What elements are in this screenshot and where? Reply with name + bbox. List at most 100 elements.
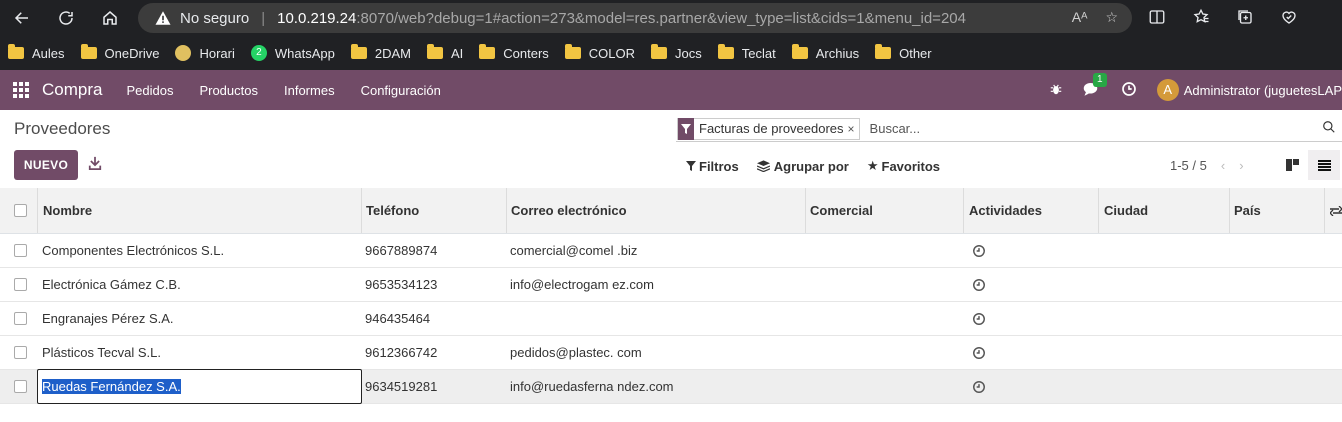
user-name: Administrator (juguetesLAP — [1183, 82, 1342, 98]
bookmark-aules[interactable]: Aules — [8, 44, 65, 61]
column-header-actividades[interactable]: Actividades — [969, 188, 1042, 233]
row-checkbox[interactable] — [14, 268, 27, 301]
partner-email[interactable]: info@ruedasferna ndez.com — [510, 370, 674, 403]
partner-phone[interactable]: 9653534123 — [365, 268, 437, 301]
reload-button[interactable] — [44, 0, 88, 36]
home-button[interactable] — [88, 0, 132, 36]
bookmarks-bar: Aules OneDrive Horari 2 WhatsApp 2DAM AI … — [0, 36, 1342, 70]
column-header-ciudad[interactable]: Ciudad — [1104, 188, 1148, 233]
bookmark-other[interactable]: Other — [875, 44, 932, 61]
table-row[interactable]: Plásticos Tecval S.L. 9612366742 pedidos… — [0, 336, 1342, 370]
group-by-dropdown[interactable]: Agrupar por — [756, 158, 849, 174]
activity-clock-icon[interactable] — [972, 302, 986, 335]
table-row[interactable]: Componentes Electrónicos S.L. 9667889874… — [0, 234, 1342, 268]
row-checkbox[interactable] — [14, 370, 27, 403]
debug-bug-icon[interactable] — [1049, 82, 1063, 99]
select-all-checkbox[interactable] — [14, 188, 27, 233]
pager-previous-icon[interactable]: ‹ — [1221, 158, 1225, 173]
split-screen-icon[interactable] — [1146, 6, 1168, 28]
favorites-label: Favoritos — [881, 158, 941, 174]
bookmark-jocs[interactable]: Jocs — [651, 44, 702, 61]
bookmark-color[interactable]: COLOR — [564, 44, 635, 61]
activity-clock-icon[interactable] — [972, 370, 986, 403]
favorites-dropdown[interactable]: ★ Favoritos — [867, 158, 940, 174]
activity-clock-icon[interactable] — [972, 234, 986, 267]
column-header-comercial[interactable]: Comercial — [810, 188, 873, 233]
download-icon[interactable] — [88, 156, 102, 175]
bookmark-whatsapp[interactable]: 2 WhatsApp — [250, 45, 335, 61]
folder-icon — [651, 44, 668, 59]
bookmark-label: Aules — [32, 45, 65, 61]
menu-configuracion[interactable]: Configuración — [361, 83, 441, 98]
user-menu[interactable]: A Administrator (juguetesLAP — [1156, 79, 1342, 101]
bookmark-onedrive[interactable]: OneDrive — [80, 44, 159, 61]
address-bar[interactable]: No seguro | 10.0.219.24:8070/web?debug=1… — [138, 3, 1132, 33]
bookmark-horari[interactable]: Horari — [175, 45, 235, 61]
column-header-telefono[interactable]: Teléfono — [366, 188, 419, 233]
partner-email[interactable]: info@electrogam ez.com — [510, 268, 654, 301]
activity-clock-icon[interactable] — [1121, 81, 1137, 100]
browser-essentials-icon[interactable] — [1278, 6, 1300, 28]
partner-phone[interactable]: 9612366742 — [365, 336, 437, 369]
partner-phone[interactable]: 946435464 — [365, 302, 430, 335]
bookmark-teclat[interactable]: Teclat — [717, 44, 776, 61]
bookmark-label: Archius — [815, 45, 860, 61]
search-icon[interactable] — [1322, 120, 1336, 139]
partner-name[interactable]: Plásticos Tecval S.L. — [42, 336, 161, 369]
row-checkbox[interactable] — [14, 336, 27, 369]
bookmark-conters[interactable]: Conters — [479, 44, 549, 61]
column-header-pais[interactable]: País — [1234, 188, 1261, 233]
filters-label: Filtros — [699, 158, 739, 174]
filter-facet: Facturas de proveedores × — [677, 117, 860, 140]
kanban-view-button[interactable] — [1276, 150, 1308, 180]
chat-icon[interactable]: 1 — [1083, 72, 1107, 100]
whatsapp-icon: 2 — [250, 45, 267, 61]
bookmark-ai[interactable]: AI — [426, 44, 463, 61]
column-header-email[interactable]: Correo electrónico — [511, 188, 627, 233]
favorites-icon[interactable] — [1190, 6, 1212, 28]
new-button[interactable]: NUEVO — [14, 150, 78, 180]
read-aloud-icon[interactable]: Aᴬ — [1072, 9, 1088, 26]
activity-clock-icon[interactable] — [972, 336, 986, 369]
folder-icon — [564, 44, 581, 59]
page-title[interactable]: Proveedores — [14, 119, 110, 139]
horari-icon — [175, 45, 192, 61]
facet-remove-icon[interactable]: × — [848, 122, 859, 136]
partner-name[interactable]: Engranajes Pérez S.A. — [42, 302, 174, 335]
security-label: No seguro — [180, 9, 250, 27]
menu-productos[interactable]: Productos — [199, 83, 258, 98]
pager-value[interactable]: 1-5 / 5 — [1170, 158, 1207, 173]
favorite-star-icon[interactable]: ☆ — [1105, 9, 1118, 26]
bookmark-archius[interactable]: Archius — [791, 44, 860, 61]
table-row[interactable]: Electrónica Gámez C.B. 9653534123 info@e… — [0, 268, 1342, 302]
partner-name-edit-field[interactable]: Ruedas Fernández S.A. — [37, 369, 362, 404]
partner-email[interactable]: comercial@comel .biz — [510, 234, 637, 267]
column-header-nombre[interactable]: Nombre — [43, 188, 92, 233]
app-name[interactable]: Compra — [42, 80, 102, 100]
partner-name[interactable]: Electrónica Gámez C.B. — [42, 268, 181, 301]
partner-email[interactable]: pedidos@plastec. com — [510, 336, 642, 369]
table-row-editing[interactable]: Ruedas Fernández S.A. 9634519281 info@ru… — [0, 369, 1342, 404]
row-checkbox[interactable] — [14, 234, 27, 267]
table-row[interactable]: Engranajes Pérez S.A. 946435464 — [0, 302, 1342, 336]
filters-dropdown[interactable]: Filtros — [686, 158, 739, 174]
row-checkbox[interactable] — [14, 302, 27, 335]
partner-phone[interactable]: 9667889874 — [365, 234, 437, 267]
partner-phone[interactable]: 9634519281 — [365, 370, 437, 403]
menu-informes[interactable]: Informes — [284, 83, 335, 98]
activity-clock-icon[interactable] — [972, 268, 986, 301]
table-header: Nombre Teléfono Correo electrónico Comer… — [0, 188, 1342, 234]
apps-menu-icon[interactable] — [0, 70, 42, 110]
list-icon — [1317, 159, 1331, 171]
collections-icon[interactable] — [1234, 6, 1256, 28]
back-button[interactable] — [0, 0, 44, 36]
pager-next-icon[interactable]: › — [1239, 158, 1243, 173]
bookmark-2dam[interactable]: 2DAM — [350, 44, 411, 61]
list-view-button[interactable] — [1308, 150, 1340, 180]
filter-funnel-icon — [678, 117, 694, 140]
search-input[interactable]: Buscar... — [870, 121, 921, 136]
optional-columns-toggle-icon[interactable] — [1330, 188, 1342, 233]
warning-icon — [155, 11, 171, 25]
menu-pedidos[interactable]: Pedidos — [126, 83, 173, 98]
partner-name[interactable]: Componentes Electrónicos S.L. — [42, 234, 224, 267]
